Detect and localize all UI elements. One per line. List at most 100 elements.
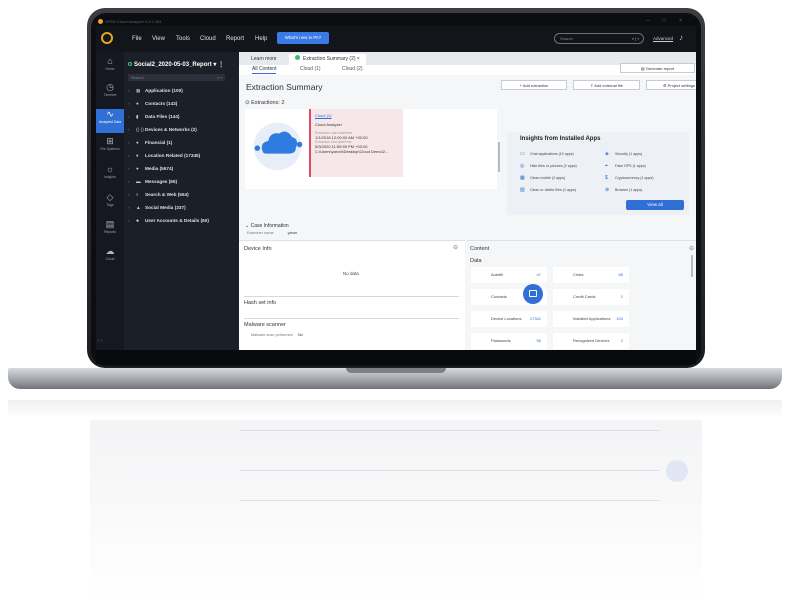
subtab-cloud-1[interactable]: Cloud (1)	[300, 66, 321, 72]
case-info-heading[interactable]: ⌄ Case Information	[245, 223, 289, 229]
insight-chat[interactable]: ▭ Chat applications (10 apps)	[520, 151, 574, 157]
rail-file-systems[interactable]: ⊞ File Systems	[96, 136, 124, 160]
examiner-row: Examiner name yaron	[247, 231, 298, 235]
whats-new-button[interactable]: What's new in PA?	[277, 32, 329, 44]
app-icon	[98, 19, 103, 24]
content-card-autofill[interactable]: Autofill 47	[471, 267, 547, 283]
chevron-right-icon: ›	[128, 114, 130, 119]
rail-home[interactable]: ⌂ Home	[96, 56, 124, 80]
view-all-button[interactable]: View all	[626, 200, 684, 210]
extraction-card[interactable]: Cloud (1) Cloud Analyzer Extraction star…	[309, 109, 403, 177]
content-panel: Content ⊖ Data Autofill 47 Chats 65 Contac…	[467, 240, 696, 350]
extractions-heading[interactable]: ⊙ Extractions: 2	[245, 100, 284, 106]
eye-off-icon: ◎	[520, 163, 525, 169]
insight-crypto[interactable]: $ Cryptocurrency (1 apps)	[605, 175, 654, 181]
menu-file[interactable]: File	[132, 36, 142, 42]
content-title: Content	[470, 246, 490, 252]
content-card-passwords[interactable]: Passwords 56	[471, 333, 547, 349]
rail-collapse-icon[interactable]: ‹ ›	[98, 338, 103, 344]
collapse-circle-icon[interactable]: ⊖	[689, 245, 694, 252]
project-settings-button[interactable]: ⚙ Project settings	[646, 80, 696, 90]
content-scrollbar[interactable]	[691, 255, 693, 277]
content-card-recognized-devices[interactable]: Recognized Devices 2	[553, 333, 629, 349]
desk-reflection	[8, 400, 782, 418]
bell-icon[interactable]: ♪	[679, 33, 687, 43]
thumbs-up-icon: ▲	[136, 205, 141, 210]
extraction-name: Cloud Analyzer	[315, 122, 342, 127]
chat-fab-button[interactable]	[523, 284, 543, 304]
global-search-input[interactable]: Search ⌕ | ▾	[554, 33, 644, 44]
reflection-line	[240, 430, 660, 431]
content-card-device-locations[interactable]: Device Locations 17341	[471, 311, 547, 327]
search-icon[interactable]: ⌕ | ▾	[632, 36, 639, 41]
extraction-path: C:\Users\yaronl\Desktop\Cloud Demo\2...	[315, 149, 389, 154]
laptop-chin	[96, 350, 696, 364]
tree-item-social-media[interactable]: › ▲ Social Media (337)	[124, 202, 239, 213]
chevron-right-icon: ›	[128, 218, 130, 223]
trash-icon: ▨	[520, 187, 525, 193]
subtab-all-content[interactable]: All Content	[252, 66, 277, 74]
tree-item-contacts[interactable]: › ● Contacts (143)	[124, 98, 239, 109]
tree-item-devices-networks[interactable]: › ((·))Devices & Networks (2)	[124, 124, 239, 135]
chat-icon: ▭	[520, 151, 525, 157]
add-extraction-button[interactable]: + Add extraction	[501, 80, 567, 90]
cards-scrollbar[interactable]	[498, 142, 500, 172]
tree-item-financial[interactable]: › ● Financial (1)	[124, 137, 239, 148]
content-card-credit-cards[interactable]: Credit Cards 1	[553, 289, 629, 305]
insight-fake-gps[interactable]: ⌖ Fake GPS (1 apps)	[605, 163, 646, 169]
tree-item-application[interactable]: › ▦ Application (100)	[124, 85, 239, 96]
message-icon: ▬	[136, 179, 141, 184]
content-card-chats[interactable]: Chats 65	[553, 267, 629, 283]
insight-browser[interactable]: ⊕ Browser (1 apps)	[605, 187, 642, 193]
tab-learn-more[interactable]: Learn more	[245, 54, 283, 65]
add-external-file-button[interactable]: ⇪ Add external file	[573, 80, 640, 90]
rail-cloud[interactable]: ☁ Cloud	[96, 246, 124, 270]
insight-clean-files[interactable]: ▨ Clean or delete files (1 apps)	[520, 187, 576, 193]
rail-tags[interactable]: ◇ Tags	[96, 192, 124, 216]
case-title[interactable]: Social2_2020-05-03_Report ▾ ⋮	[128, 61, 224, 68]
tree-item-user-accounts[interactable]: › ♣ User Accounts & Details (60)	[124, 215, 239, 226]
insight-security[interactable]: ◈ Security (1 apps)	[605, 151, 642, 157]
subtab-cloud-2[interactable]: Cloud (2)	[342, 66, 363, 72]
clock-icon: ◷	[106, 82, 114, 92]
chevron-right-icon: ›	[128, 166, 130, 171]
advanced-search-link[interactable]: Advanced	[653, 36, 673, 41]
extraction-link[interactable]: Cloud (1)	[315, 113, 399, 118]
grid-icon: ▦	[136, 88, 141, 93]
tree-search-input[interactable]: Search ⌕ ▾	[128, 74, 225, 81]
content-card-installed-apps[interactable]: Installed Applications 100	[553, 311, 629, 327]
tree-item-search-web[interactable]: › ⌕ Search & Web (554)	[124, 189, 239, 200]
tree-item-messages[interactable]: › ▬ Messages (65)	[124, 176, 239, 187]
menu-report[interactable]: Report	[226, 36, 244, 42]
no-data-text: No data	[343, 271, 359, 276]
rail-reports[interactable]: ▤ Reports	[96, 219, 124, 243]
bulb-icon: ☼	[105, 164, 115, 174]
close-icon[interactable]: ×	[357, 56, 360, 62]
icon-rail: ⌂ Home ◷ Timeline ∿ Analyzed Data ⊞ File Sys…	[96, 52, 124, 350]
rail-analyzed-data[interactable]: ∿ Analyzed Data	[96, 109, 124, 133]
extraction-cards: Cloud (1) Cloud Analyzer Extraction star…	[245, 109, 497, 189]
tab-extraction-summary[interactable]: Extraction Summary (2) ×	[289, 54, 366, 65]
rail-insights[interactable]: ☼ Insights	[96, 164, 124, 188]
media-icon: ●	[136, 166, 139, 171]
insight-hide-files[interactable]: ◎ Hide files or pictures (2 apps)	[520, 163, 577, 169]
generate-report-button[interactable]: ▤ Generate report	[620, 63, 695, 73]
menu-tools[interactable]: Tools	[176, 36, 190, 42]
screen-reflection	[90, 420, 702, 602]
chevron-right-icon: ›	[128, 192, 130, 197]
menu-view[interactable]: View	[152, 36, 165, 42]
tree-item-media[interactable]: › ● Media (5574)	[124, 163, 239, 174]
coin-icon: ●	[136, 140, 139, 145]
tree-item-location[interactable]: › ♦ Location Related (17345)	[124, 150, 239, 161]
message-icon	[529, 290, 537, 297]
menu-help[interactable]: Help	[255, 36, 267, 42]
collapse-circle-icon[interactable]: ⊖	[453, 244, 458, 251]
rail-timeline[interactable]: ◷ Timeline	[96, 82, 124, 106]
chevron-right-icon: ›	[128, 179, 130, 184]
window-controls[interactable]: – □ ×	[647, 18, 689, 24]
insight-clean-mobile[interactable]: ▦ Clean mobile (2 apps)	[520, 175, 565, 181]
tree-item-data-files[interactable]: › ▮ Data Files (144)	[124, 111, 239, 122]
report-icon: ▤	[105, 219, 115, 229]
menu-cloud[interactable]: Cloud	[200, 36, 216, 42]
reflection-line	[240, 470, 660, 471]
